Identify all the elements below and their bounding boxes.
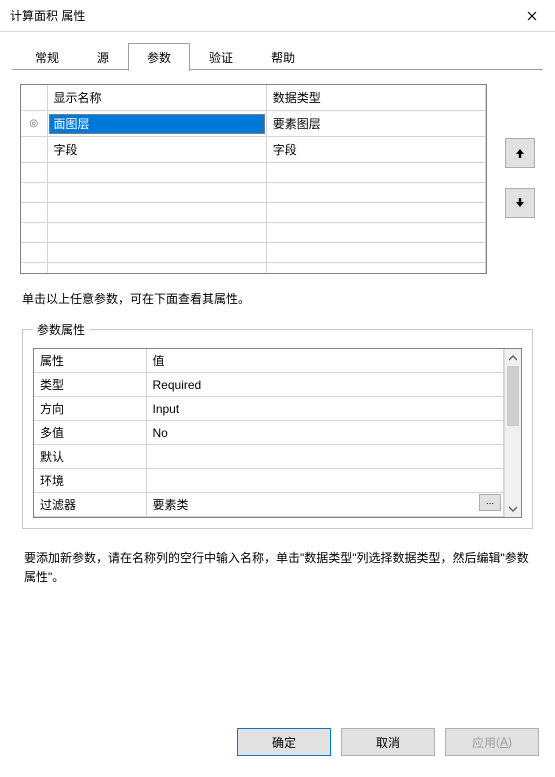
ok-button[interactable]: 确定 — [237, 728, 331, 756]
close-button[interactable] — [509, 0, 555, 32]
param-name-input[interactable] — [49, 114, 265, 134]
table-row[interactable] — [21, 163, 486, 183]
attr-cell: 类型 — [34, 373, 146, 397]
table-row[interactable] — [21, 203, 486, 223]
tab-validate[interactable]: 验证 — [190, 43, 252, 71]
table-row[interactable]: 获取自 — [34, 517, 504, 518]
apply-button[interactable]: 应用(A) — [445, 728, 539, 756]
table-row[interactable] — [21, 223, 486, 243]
table-row[interactable]: ◎ 要素图层 — [21, 111, 486, 137]
row-type-cell[interactable]: 要素图层 — [266, 111, 485, 137]
table-row[interactable] — [21, 263, 486, 275]
move-up-button[interactable] — [505, 138, 535, 168]
ellipsis-button[interactable]: ... — [479, 494, 501, 511]
dialog-footer: 确定 取消 应用(A) — [0, 721, 555, 777]
val-text: 要素类 — [153, 498, 189, 512]
cancel-button[interactable]: 取消 — [341, 728, 435, 756]
tab-general[interactable]: 常规 — [16, 43, 78, 71]
row-name-cell[interactable] — [47, 111, 266, 137]
attr-cell: 过滤器 — [34, 493, 146, 517]
tab-bar: 常规 源 参数 验证 帮助 — [16, 42, 543, 70]
attr-cell: 获取自 — [34, 517, 146, 518]
scroll-down-button[interactable] — [505, 500, 521, 517]
scroll-up-button[interactable] — [505, 349, 521, 366]
table-row[interactable]: 类型 Required — [34, 373, 504, 397]
row-type-cell[interactable]: 字段 — [266, 137, 485, 163]
table-row[interactable] — [21, 183, 486, 203]
tab-help[interactable]: 帮助 — [252, 43, 314, 71]
window-title: 计算面积 属性 — [10, 7, 85, 24]
table-row[interactable]: 多值 No — [34, 421, 504, 445]
val-header: 值 — [146, 349, 504, 373]
val-cell[interactable] — [146, 469, 504, 493]
close-icon — [527, 11, 537, 21]
val-cell[interactable] — [146, 445, 504, 469]
name-header: 显示名称 — [47, 85, 266, 111]
type-header: 数据类型 — [266, 85, 485, 111]
parameters-table[interactable]: 显示名称 数据类型 ◎ 要素图层 — [20, 84, 487, 274]
params-hint: 单击以上任意参数，可在下面查看其属性。 — [22, 290, 533, 307]
val-cell[interactable] — [146, 517, 504, 518]
indicator-header — [21, 85, 47, 111]
table-row[interactable]: 方向 Input — [34, 397, 504, 421]
tab-source[interactable]: 源 — [78, 43, 128, 71]
scroll-thumb[interactable] — [507, 366, 519, 426]
val-cell[interactable]: 要素类 ... — [146, 493, 504, 517]
row-indicator: ◎ — [21, 111, 47, 137]
row-indicator — [21, 137, 47, 163]
table-row[interactable]: 字段 字段 — [21, 137, 486, 163]
val-cell[interactable]: No — [146, 421, 504, 445]
chevron-up-icon — [509, 355, 517, 361]
attr-cell: 环境 — [34, 469, 146, 493]
row-name-cell[interactable]: 字段 — [47, 137, 266, 163]
attr-cell: 多值 — [34, 421, 146, 445]
param-properties-group: 参数属性 属性 值 类型 — [22, 321, 533, 529]
scroll-track[interactable] — [505, 366, 521, 500]
add-param-hint: 要添加新参数，请在名称列的空行中输入名称，单击"数据类型"列选择数据类型，然后编… — [24, 549, 531, 587]
val-cell[interactable]: Input — [146, 397, 504, 421]
table-row[interactable] — [21, 243, 486, 263]
apply-label: 应用 — [472, 734, 496, 751]
arrow-up-icon — [514, 147, 526, 159]
attr-cell: 方向 — [34, 397, 146, 421]
scrollbar[interactable] — [504, 349, 521, 517]
attr-header: 属性 — [34, 349, 146, 373]
table-row[interactable]: 默认 — [34, 445, 504, 469]
titlebar: 计算面积 属性 — [0, 0, 555, 32]
chevron-down-icon — [509, 506, 517, 512]
val-cell[interactable]: Required — [146, 373, 504, 397]
table-row[interactable]: 过滤器 要素类 ... — [34, 493, 504, 517]
attr-cell: 默认 — [34, 445, 146, 469]
move-down-button[interactable] — [505, 188, 535, 218]
properties-table[interactable]: 属性 值 类型 Required 方向 Input — [34, 349, 504, 517]
arrow-down-icon — [514, 197, 526, 209]
tab-params[interactable]: 参数 — [128, 43, 190, 71]
table-row[interactable]: 环境 — [34, 469, 504, 493]
param-properties-legend: 参数属性 — [33, 321, 89, 338]
apply-mnemonic: A — [500, 735, 508, 749]
